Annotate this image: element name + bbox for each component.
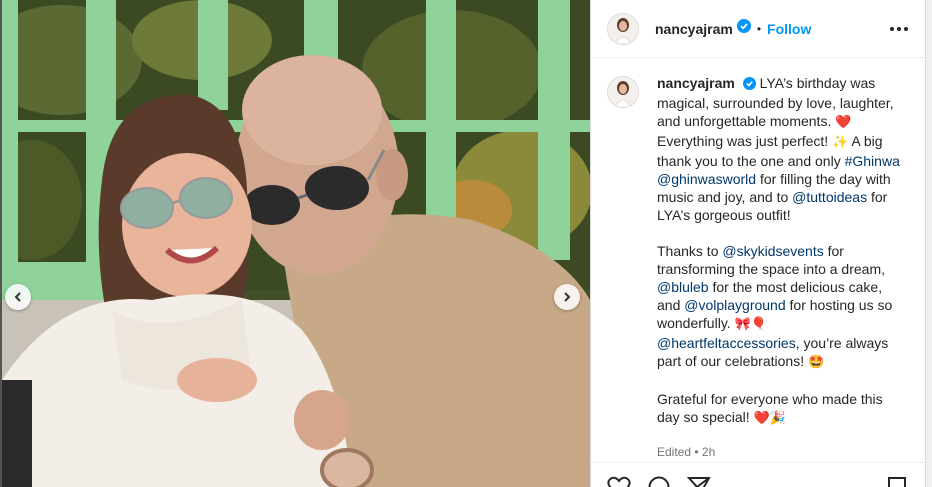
verified-badge-icon [742, 76, 756, 94]
post-details-panel: nancyajram • Follow nancyajram LYA’s bir… [590, 0, 925, 487]
bookmark-icon [888, 477, 906, 487]
heart-party-emoji: ❤️🎉 [753, 411, 786, 426]
comment-button[interactable] [647, 476, 671, 487]
share-button[interactable] [686, 476, 711, 487]
mention-link[interactable]: @bluleb [657, 279, 709, 295]
edited-label: Edited [657, 445, 692, 459]
post-meta: Edited • 2h [657, 444, 909, 460]
username-link[interactable]: nancyajram [655, 21, 733, 37]
post-image [2, 0, 590, 487]
more-options-button[interactable] [889, 26, 909, 32]
mention-link[interactable]: @heartfeltaccessories [657, 335, 796, 351]
heart-icon [607, 476, 631, 487]
bow-balloon-emoji: 🎀🎈 [734, 317, 767, 332]
page-scroll-edge [925, 0, 932, 487]
caption: nancyajram LYA’s birthday was magical, s… [591, 58, 925, 460]
separator-dot: • [694, 445, 699, 459]
heart-emoji: ❤️ [835, 115, 852, 130]
previous-image-button[interactable] [5, 284, 31, 310]
mention-link[interactable]: @ghinwasworld [657, 171, 756, 187]
chevron-left-icon [14, 292, 21, 302]
separator-dot: • [756, 21, 762, 36]
mention-link[interactable]: @volplayground [684, 297, 785, 313]
caption-avatar[interactable] [607, 76, 639, 108]
post-photo [2, 0, 590, 487]
like-button[interactable] [607, 476, 631, 487]
mention-link[interactable]: @tuttoideas [792, 189, 867, 205]
sparkle-emoji: ✨ [832, 135, 849, 150]
caption-line: Everything was just perfect! [657, 133, 829, 149]
more-options-icon [890, 26, 908, 31]
caption-text: nancyajram LYA’s birthday was magical, s… [657, 74, 909, 460]
next-image-button[interactable] [554, 284, 580, 310]
comment-icon [648, 476, 670, 487]
avatar[interactable] [607, 12, 639, 45]
follow-button[interactable]: Follow [767, 21, 811, 37]
mention-link[interactable]: @skykidsevents [722, 243, 823, 259]
timestamp[interactable]: 2h [702, 445, 715, 459]
action-bar [591, 462, 925, 487]
save-button[interactable] [887, 476, 907, 487]
verified-badge-icon [736, 19, 751, 38]
share-icon [686, 477, 711, 487]
avatar-image [608, 77, 638, 107]
starstruck-emoji: 🤩 [807, 355, 825, 370]
avatar-image [608, 13, 638, 44]
post-header: nancyajram • Follow [591, 0, 925, 58]
hashtag-link[interactable]: #Ghinwa [845, 153, 900, 169]
chevron-right-icon [564, 292, 571, 302]
caption-username-link[interactable]: nancyajram [657, 75, 735, 91]
caption-line: Thanks to [657, 243, 719, 259]
